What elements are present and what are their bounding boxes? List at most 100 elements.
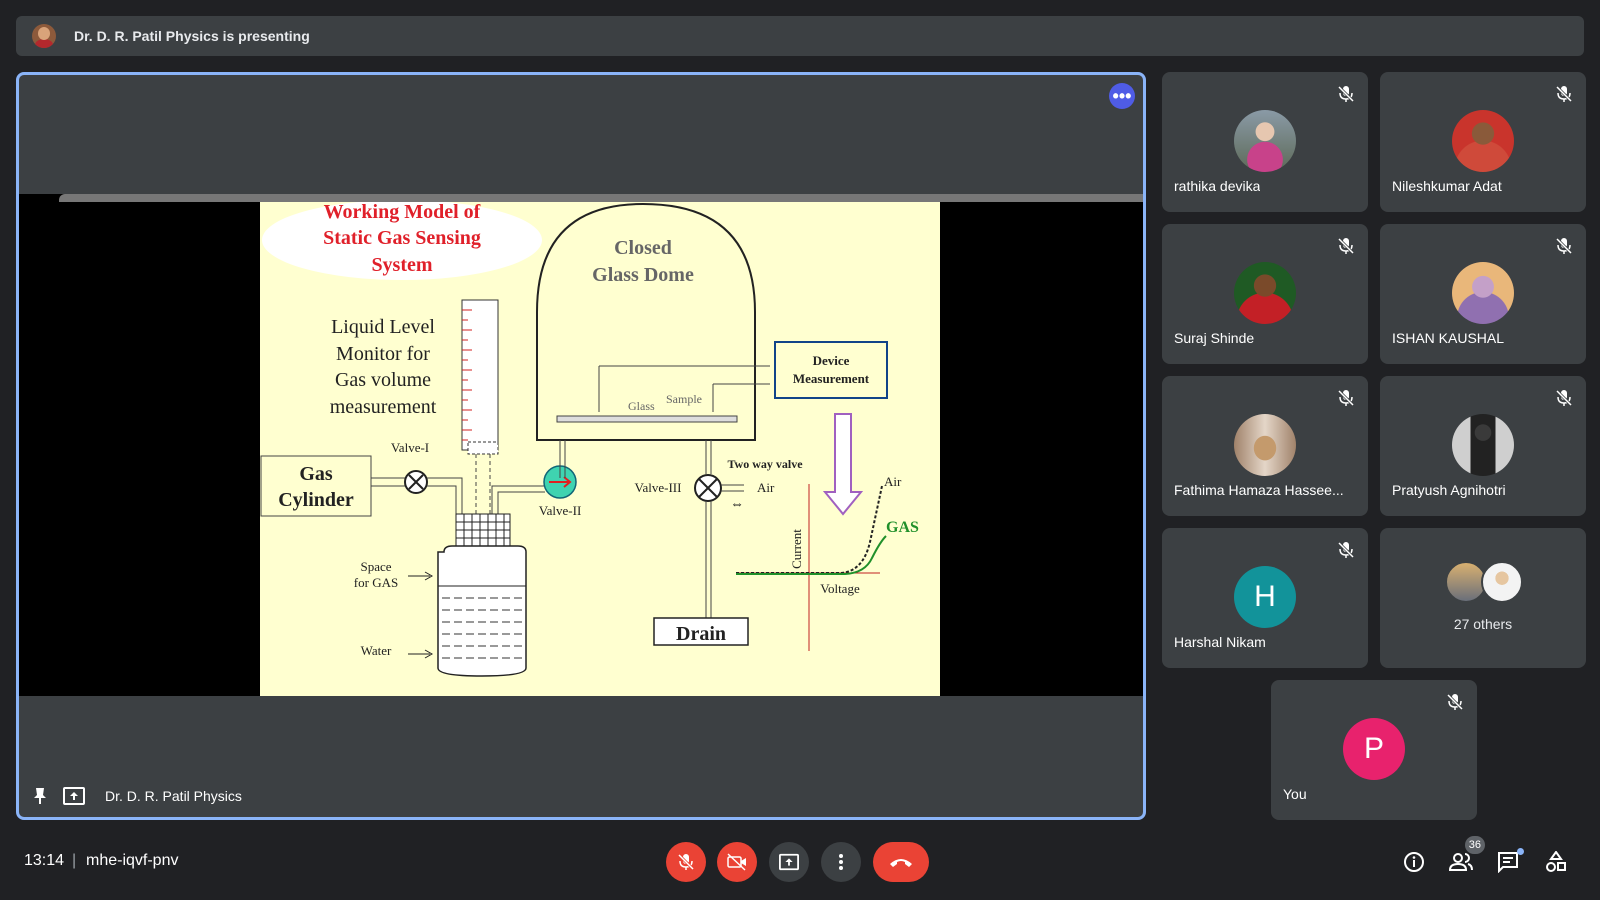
participant-tile[interactable]: Nileshkumar Adat [1380, 72, 1586, 212]
avatar [1481, 561, 1523, 603]
pin-icon[interactable] [29, 785, 51, 807]
participant-name: Fathima Hamaza Hassee... [1174, 482, 1344, 498]
more-vert-icon [839, 854, 843, 870]
device-box [774, 341, 888, 399]
space-label-2: for GAS [354, 575, 398, 590]
participant-name: Suraj Shinde [1174, 330, 1255, 346]
more-options-button[interactable] [821, 842, 861, 882]
present-button[interactable] [769, 842, 809, 882]
participant-name: Pratyush Agnihotri [1392, 482, 1506, 498]
leave-call-button[interactable] [873, 842, 929, 882]
mic-off-icon [1555, 85, 1573, 103]
mic-off-icon [1337, 85, 1355, 103]
slide-title-2: Static Gas Sensing [323, 227, 481, 249]
sample-label: Sample [666, 392, 702, 406]
presentation-tile[interactable]: ••• Working Model of Static Gas Sensing … [16, 72, 1146, 820]
avatar [1234, 110, 1296, 172]
bottom-toolbar: 13:14 | mhe-iqvf-pnv 36 [0, 830, 1600, 900]
mic-toggle-button[interactable] [666, 842, 706, 882]
participant-name: Nileshkumar Adat [1392, 178, 1502, 194]
avatar-letter: H [1234, 566, 1296, 628]
mic-off-icon [1337, 541, 1355, 559]
liquid-text-1: Liquid Level [331, 316, 435, 338]
participant-tile[interactable]: ISHAN KAUSHAL [1380, 224, 1586, 364]
mic-off-icon [1337, 389, 1355, 407]
avatar [1452, 414, 1514, 476]
participant-name: ISHAN KAUSHAL [1392, 330, 1505, 346]
participant-tile[interactable]: Pratyush Agnihotri [1380, 376, 1586, 516]
down-arrow [822, 413, 864, 516]
info-icon [1404, 852, 1424, 872]
mic-off-icon [677, 853, 695, 871]
hang-up-icon [890, 859, 912, 867]
presenter-name: Dr. D. R. Patil Physics [105, 788, 242, 804]
shared-screen: Working Model of Static Gas Sensing Syst… [19, 194, 1143, 696]
more-options-icon[interactable]: ••• [1109, 83, 1135, 109]
activities-icon [1546, 851, 1566, 872]
people-icon [1449, 853, 1473, 871]
participant-name: rathika devika [1174, 178, 1261, 194]
presenting-icon [63, 785, 85, 807]
liquid-text-4: measurement [330, 396, 437, 418]
glass-label: Glass [628, 399, 655, 413]
two-way-label: Two way valve [727, 457, 803, 471]
separator: | [72, 852, 77, 869]
valve3-label: Valve-III [635, 480, 682, 495]
mic-off-icon [1337, 237, 1355, 255]
gas-curve [736, 535, 887, 575]
chat-button[interactable] [1494, 848, 1524, 876]
avatar [1234, 262, 1296, 324]
unread-dot [1517, 848, 1524, 855]
chat-icon [1498, 852, 1518, 873]
self-tile[interactable]: P You [1271, 680, 1477, 820]
participant-tile[interactable]: Fathima Hamaza Hassee... [1162, 376, 1368, 516]
self-name: You [1283, 786, 1307, 802]
participant-name: Harshal Nikam [1174, 634, 1266, 650]
flask-body [437, 545, 527, 677]
others-tile[interactable]: 27 others [1380, 528, 1586, 668]
slide-title-3: System [371, 254, 432, 276]
avatar [1452, 262, 1514, 324]
glass-plate [556, 415, 738, 423]
device-text-1: Device [813, 353, 850, 368]
participant-tile[interactable]: H Harshal Nikam [1162, 528, 1368, 668]
slide-title-1: Working Model of [324, 202, 481, 223]
presenter-avatar [32, 24, 56, 48]
presenting-text: Dr. D. R. Patil Physics is presenting [74, 28, 310, 44]
gas-cylinder-1: Gas [299, 463, 333, 485]
valve2-label: Valve-II [539, 503, 582, 518]
avatar [1452, 110, 1514, 172]
presenting-banner: Dr. D. R. Patil Physics is presenting [16, 16, 1584, 56]
dome-text-1: Closed [614, 237, 672, 259]
mic-off-icon [1446, 693, 1464, 711]
dome-text-2: Glass Dome [592, 264, 694, 286]
gas-cylinder-2: Cylinder [278, 489, 354, 511]
air-label-1: Air [757, 480, 775, 495]
people-button[interactable]: 36 [1447, 836, 1485, 876]
mic-off-icon [1555, 389, 1573, 407]
meeting-info-button[interactable] [1400, 848, 1428, 876]
water-label: Water [361, 643, 392, 658]
presenter-row: Dr. D. R. Patil Physics [29, 785, 242, 807]
avatar-letter: P [1343, 718, 1405, 780]
gas-sensing-diagram: Working Model of Static Gas Sensing Syst… [260, 200, 919, 677]
gas-label: GAS [886, 519, 919, 536]
participant-tile[interactable]: rathika devika [1162, 72, 1368, 212]
participant-tile[interactable]: Suraj Shinde [1162, 224, 1368, 364]
liquid-text-3: Gas volume [335, 369, 431, 391]
current-label: Current [789, 529, 804, 569]
clock: 13:14 [24, 852, 65, 869]
screen-top-bar [59, 194, 1143, 202]
meeting-code: mhe-iqvf-pnv [86, 852, 179, 869]
air-label-2: Air [884, 474, 902, 489]
space-label-1: Space [360, 559, 391, 574]
camera-toggle-button[interactable] [717, 842, 757, 882]
liquid-text-2: Monitor for [336, 343, 430, 365]
presentation-slide: Working Model of Static Gas Sensing Syst… [260, 200, 940, 696]
mic-off-icon [1555, 237, 1573, 255]
measuring-tube [461, 299, 499, 451]
present-icon [779, 853, 799, 871]
camera-off-icon [727, 853, 746, 871]
drain-label: Drain [676, 623, 726, 645]
activities-button[interactable] [1542, 848, 1570, 876]
